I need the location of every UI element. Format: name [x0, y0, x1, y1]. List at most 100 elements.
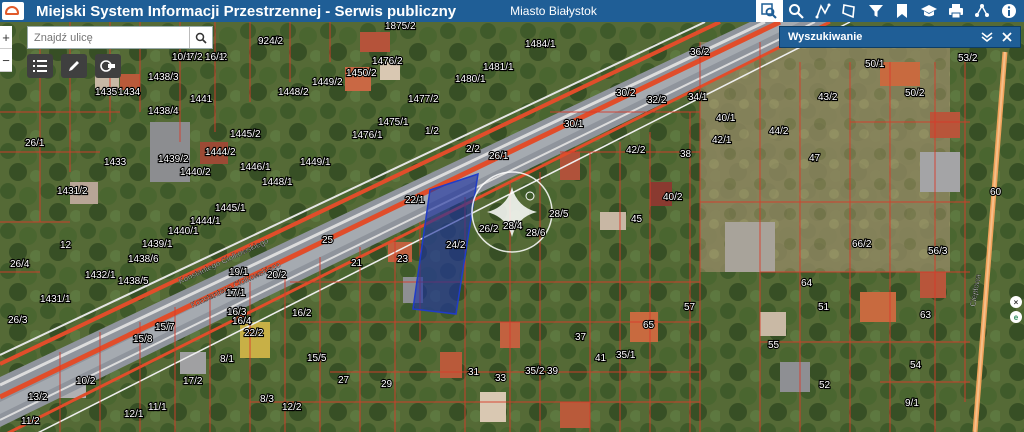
search-panel-header: Wyszukiwanie — [779, 26, 1021, 48]
city-name: Miasto Białystok — [510, 4, 597, 18]
pencil-icon — [69, 61, 79, 71]
search-map-icon[interactable] — [756, 0, 783, 22]
parcel-label: 45 — [631, 214, 643, 225]
measure-icon[interactable] — [809, 0, 836, 22]
parcel-label: 12 — [60, 240, 72, 251]
parcel-label: 63 — [920, 310, 932, 321]
parcel-label: 17/2 — [183, 376, 203, 387]
map-tools — [27, 54, 121, 78]
parcel-label: 1438/5 — [118, 276, 149, 287]
parcel-label: 12/1 — [124, 409, 144, 420]
graduation-cap-icon[interactable] — [916, 0, 943, 22]
draw-button[interactable] — [61, 54, 87, 78]
zoom-in-button[interactable]: + — [0, 26, 12, 49]
close-icon[interactable] — [1002, 32, 1012, 42]
info-icon[interactable] — [995, 0, 1022, 22]
parcel-label: 924/2 — [258, 36, 283, 47]
parcel-label: 35/2 — [525, 366, 545, 377]
parcel-label: 1450/2 — [346, 68, 377, 79]
parcel-label: 1439/2 — [158, 154, 189, 165]
parcel-label: 42/1 — [712, 135, 732, 146]
parcel-label: 16/4 — [232, 316, 252, 327]
parcel-label: 1435 — [95, 87, 118, 98]
street-search — [27, 26, 213, 49]
parcel-label: 53/2 — [958, 53, 978, 64]
parcel-label: 1480/1 — [455, 74, 486, 85]
side-badges: × e — [1010, 296, 1022, 326]
parcel-label: 1433 — [104, 157, 127, 168]
parcel-label: 1445/1 — [215, 203, 246, 214]
parcel-label: 1431/1 — [40, 294, 71, 305]
bookmark-icon[interactable] — [889, 0, 916, 22]
parcel-label: 1438/3 — [148, 72, 179, 83]
parcel-label: 1475/1 — [378, 117, 409, 128]
magnify-icon[interactable] — [783, 0, 810, 22]
parcel-label: 47 — [809, 153, 821, 164]
parcel-label: 65 — [643, 320, 655, 331]
parcel-label: 41 — [595, 353, 607, 364]
zoom-controls: + − — [0, 26, 12, 72]
orthophoto-map[interactable]: Konstantego Ciołkowskiego Konstantego Ci… — [0, 22, 1024, 432]
parcel-label: 18 — [385, 22, 397, 32]
polygon-select-icon[interactable] — [836, 0, 863, 22]
parcel-label: 50/2 — [905, 88, 925, 99]
parcel-label: 24/2 — [446, 240, 466, 251]
parcel-label: 1448/1 — [262, 177, 293, 188]
parcel-label: 32/2 — [647, 95, 667, 106]
parcel-label: 1448/2 — [278, 87, 309, 98]
parcel-label: 1446/1 — [240, 162, 271, 173]
parcel-label: 1476/1 — [352, 130, 383, 141]
parcel-label: 1440/2 — [180, 167, 211, 178]
parcel-label: 15/8 — [133, 334, 153, 345]
print-icon[interactable] — [942, 0, 969, 22]
parcel-label: 20/2 — [267, 270, 287, 281]
parcel-label: 16/1 — [205, 52, 225, 63]
parcel-label: 1484/1 — [525, 39, 556, 50]
search-button[interactable] — [189, 27, 212, 48]
parcel-label: 44/2 — [769, 126, 789, 137]
parcel-label: 21 — [351, 258, 363, 269]
parcel-label: 1449/1 — [300, 157, 331, 168]
collapse-icon[interactable] — [980, 31, 994, 43]
parcel-label: 43/2 — [818, 92, 838, 103]
parcel-label: 25 — [322, 235, 334, 246]
parcel-label: 15/7 — [155, 322, 175, 333]
parcel-label: 23 — [397, 254, 409, 265]
parcel-label: 1445/2 — [230, 129, 261, 140]
parcel-label: 8/3 — [260, 394, 274, 405]
parcel-label: 1438/6 — [128, 254, 159, 265]
parcel-label: 26/4 — [10, 259, 30, 270]
parcel-label: 1476/2 — [372, 56, 403, 67]
filter-icon[interactable] — [862, 0, 889, 22]
parcel-label: 42/2 — [626, 145, 646, 156]
parcel-label: 40/2 — [663, 192, 683, 203]
city-logo — [2, 2, 24, 20]
parcel-label: 11/2 — [21, 416, 40, 427]
search-input[interactable] — [28, 27, 190, 48]
layers-button[interactable] — [95, 54, 121, 78]
parcel-label: 26/1 — [489, 151, 509, 162]
parcel-label: 1449/2 — [312, 77, 343, 88]
parcel-label: 15/5 — [307, 353, 327, 364]
parcel-label: 31 — [468, 367, 480, 378]
parcel-label: 34/1 — [688, 92, 708, 103]
header-bar: Miejski System Informacji Przestrzennej … — [0, 0, 1024, 22]
toolbar — [756, 0, 1022, 22]
parcel-label: 26/2 — [479, 224, 499, 235]
parcel-label: 9/1 — [905, 398, 919, 409]
parcel-label: 1444/2 — [205, 147, 236, 158]
parcel-label: 56/3 — [928, 246, 948, 257]
parcel-label: 22/2 — [244, 328, 264, 339]
panel-title: Wyszukiwanie — [788, 31, 863, 43]
app-title: Miejski System Informacji Przestrzennej … — [36, 2, 457, 20]
side-e-badge[interactable]: e — [1010, 311, 1022, 323]
parcel-label: 29 — [381, 379, 393, 390]
side-close-badge[interactable]: × — [1010, 296, 1022, 308]
legend-list-button[interactable] — [27, 54, 53, 78]
parcel-label: 22/1 — [405, 195, 425, 206]
parcel-label: 1/2 — [425, 126, 439, 137]
share-icon[interactable] — [969, 0, 996, 22]
zoom-out-button[interactable]: − — [0, 49, 12, 72]
parcel-label: 1481/1 — [483, 62, 514, 73]
parcel-label: 1438/4 — [148, 106, 179, 117]
